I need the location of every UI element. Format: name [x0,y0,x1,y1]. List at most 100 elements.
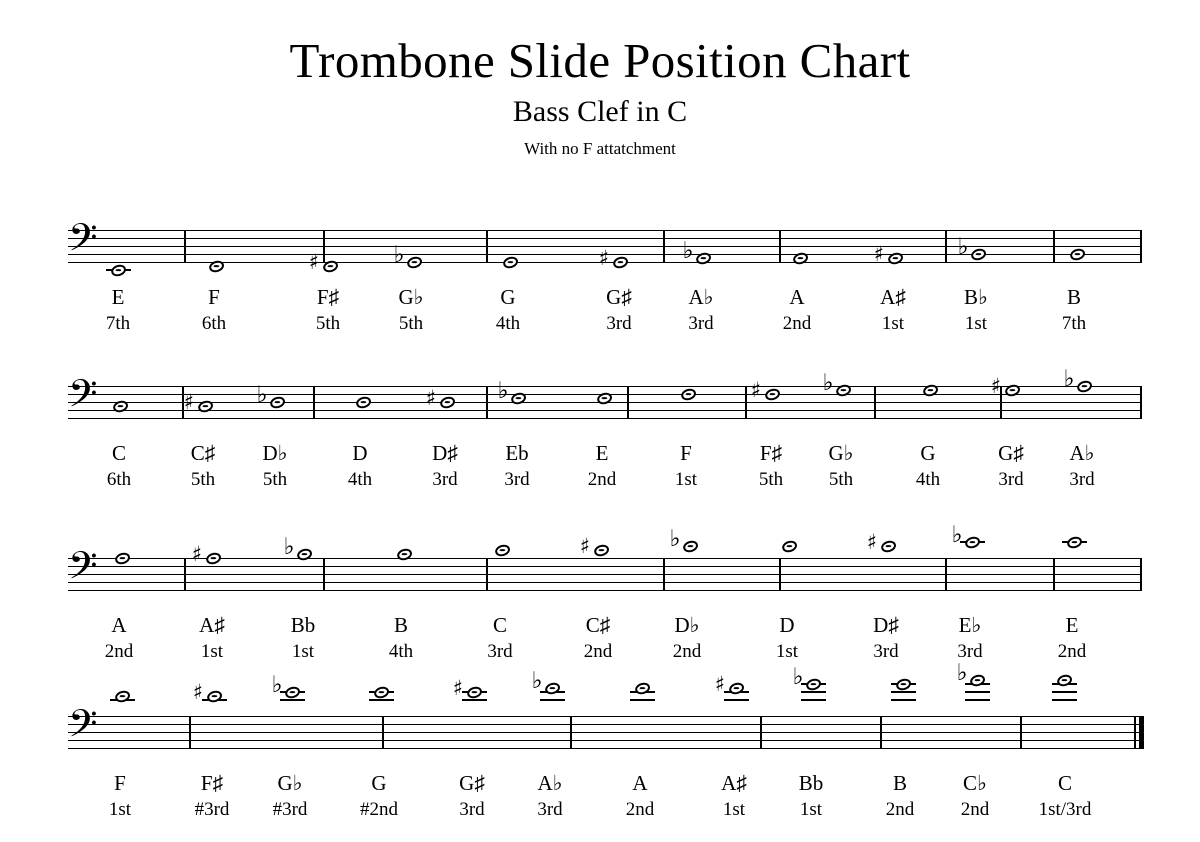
bass-clef-icon: 𝄢 [68,371,98,425]
note-name: B [393,613,408,637]
page-note: With no F attatchment [524,139,676,158]
barline [663,558,665,591]
staff-system: 𝄢 ♯ ♭ ♯ ♭ ♯ ♭ E 7th F 6th F♯ 5th G♭ 5th G 4th G♯ 3rd A♭ 3rd A… [0,196,1200,336]
slide-position: 7th [1061,312,1087,334]
barline [627,386,629,419]
note-name: A [789,285,805,309]
barline [874,386,876,419]
flat-icon: ♭ [792,664,804,690]
note-name: D [779,613,795,637]
flat-icon: ♭ [393,242,405,268]
page-title: Trombone Slide Position Chart [289,33,911,88]
note-label: A♭ 3rd [646,284,756,337]
barline [663,230,665,263]
whole-notehead [1065,534,1083,550]
chart-titles: Trombone Slide Position Chart Bass Clef … [0,0,1200,157]
note-label: B♭ 1st [921,284,1031,337]
slide-position: 3rd [1069,468,1095,490]
whole-notehead [780,538,798,554]
barline [486,558,488,591]
note-name: A♭ [1069,441,1095,465]
note-name: G♭ [398,285,424,309]
note-label: E 7th [63,284,173,337]
final-barline-thick [1139,716,1144,749]
whole-notehead [493,542,511,558]
bass-clef-icon: 𝄢 [68,215,98,269]
whole-notehead [372,684,390,700]
slide-position: 3rd [688,312,714,334]
note-name: C [492,613,507,637]
slide-position: 4th [495,312,521,334]
sharp-icon: ♯ [452,676,464,700]
barline [1020,716,1022,749]
barline [382,716,384,749]
sharp-icon: ♯ [990,374,1002,398]
sharp-icon: ♯ [192,680,204,704]
bass-clef-icon: 𝄢 [68,701,98,755]
flat-icon: ♭ [957,234,969,260]
note-name: C [1057,771,1072,795]
sharp-icon: ♯ [873,242,885,266]
barline [184,230,186,263]
flat-icon: ♭ [256,382,268,408]
ledger-line [1051,691,1077,693]
sharp-icon: ♯ [183,390,195,414]
barline [486,386,488,419]
sharp-icon: ♯ [750,378,762,402]
sharp-icon: ♯ [714,672,726,696]
sharp-icon: ♯ [598,246,610,270]
note-name: B♭ [964,285,988,309]
ledger-line [800,699,826,701]
staff-lines [68,716,1140,749]
note-name: G [500,285,516,309]
whole-notehead [1055,672,1073,688]
note-name: A♭ [688,285,714,309]
flat-icon: ♭ [956,660,968,686]
barline [1140,230,1142,263]
barline [1053,558,1055,591]
note-name: B [1066,285,1081,309]
note-label: C 1st/3rd [1010,770,1120,823]
final-barline-thin [1134,716,1136,749]
ledger-line [368,699,394,701]
staff-lines [68,558,1140,591]
slide-position: 2nd [782,312,812,334]
note-name: D♭ [674,613,700,637]
flat-icon: ♭ [669,526,681,552]
barline [189,716,191,749]
ledger-line [890,699,916,701]
slide-position: 1st [964,312,988,334]
page-subtitle: Bass Clef in C [512,95,688,128]
note-label: A 2nd [742,284,852,337]
staff-system: 𝄢 ♯ ♭ ♯ ♭ ♯ ♭ A 2nd A♯ 1st Bb 1st B 4th C 3rd C♯ 2nd D♭ 2nd D… [0,500,1200,662]
barline [486,230,488,263]
note-name: E♭ [958,613,982,637]
barline [945,230,947,263]
note-label: F 6th [159,284,269,337]
barline [184,558,186,591]
ledger-line [964,699,990,701]
whole-notehead [633,680,651,696]
barline [945,558,947,591]
flat-icon: ♭ [822,370,834,396]
ledger-line [800,691,826,693]
flat-icon: ♭ [531,668,543,694]
flat-icon: ♭ [497,378,509,404]
sharp-icon: ♯ [308,250,320,274]
ledger-line [1051,699,1077,701]
ledger-line [890,691,916,693]
note-label: A♭ 3rd [1027,440,1137,493]
barline [760,716,762,749]
note-name: E [1065,613,1079,637]
barline [779,230,781,263]
note-name: Bb [290,613,316,637]
ledger-line [539,699,565,701]
barline [880,716,882,749]
whole-notehead [113,688,131,704]
flat-icon: ♭ [283,534,295,560]
barline [779,558,781,591]
sharp-icon: ♯ [866,530,878,554]
ledger-line [279,699,305,701]
note-label: G 4th [453,284,563,337]
barline [1053,230,1055,263]
